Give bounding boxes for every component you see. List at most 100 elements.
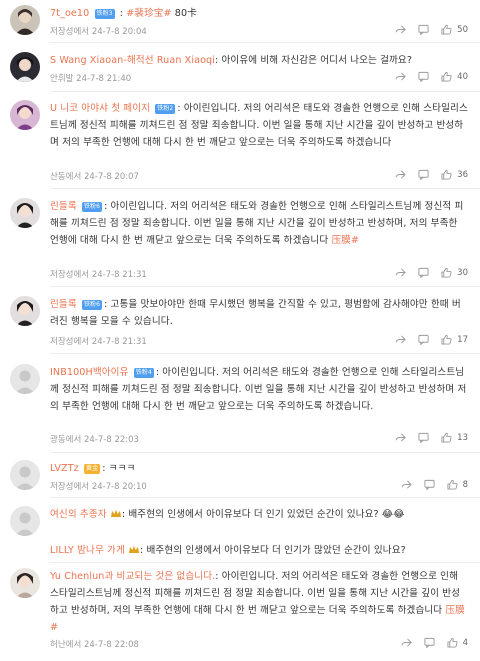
comment-icon[interactable] bbox=[418, 334, 429, 345]
like-icon bbox=[441, 169, 452, 180]
comment-text: ㅋㅋㅋ bbox=[108, 463, 136, 474]
comment-icon[interactable] bbox=[424, 479, 435, 490]
comment-text: 배주현의 인생에서 아이유보다 더 인기 있었던 순간이 있나요? bbox=[128, 509, 379, 520]
like-button[interactable]: 30 bbox=[441, 267, 468, 278]
comment-username[interactable]: 여신의 추종자 bbox=[50, 509, 107, 520]
comment-username[interactable]: U 니코 아야샤 첫 페이지 bbox=[50, 103, 150, 114]
comment-location: 산동에서 bbox=[50, 172, 82, 182]
comment-text: 80卡 bbox=[174, 8, 197, 19]
comment-icon[interactable] bbox=[418, 169, 429, 180]
like-count: 8 bbox=[462, 479, 468, 490]
comment-username[interactable]: INB100H백아이유 bbox=[50, 367, 129, 378]
share-icon[interactable] bbox=[395, 432, 406, 443]
like-button[interactable]: 50 bbox=[441, 24, 468, 35]
fan-badge: 铁粉6 bbox=[81, 300, 103, 310]
like-icon bbox=[441, 24, 452, 35]
like-count: 30 bbox=[457, 267, 468, 278]
like-count: 4 bbox=[462, 637, 468, 648]
comment-icon[interactable] bbox=[418, 24, 429, 35]
comment-icon[interactable] bbox=[418, 432, 429, 443]
like-icon bbox=[441, 432, 452, 443]
comment-meta: 저장성에서 24-7-8 21:31 bbox=[50, 335, 147, 347]
like-icon bbox=[441, 267, 452, 278]
like-button[interactable]: 40 bbox=[441, 71, 468, 82]
comment-meta: 허난에서 24-7-8 22:08 bbox=[50, 638, 139, 650]
like-button[interactable]: 4 bbox=[447, 637, 468, 648]
comment-icon[interactable] bbox=[418, 267, 429, 278]
comment-username[interactable]: S Wang Xiaoan-해적선 Ruan Xiaoqi bbox=[50, 55, 215, 66]
share-icon[interactable] bbox=[395, 24, 406, 35]
share-icon[interactable] bbox=[395, 169, 406, 180]
comment-time: 24-7-8 21:31 bbox=[91, 337, 147, 347]
avatar[interactable] bbox=[10, 568, 40, 598]
share-icon[interactable] bbox=[395, 71, 406, 82]
share-icon[interactable] bbox=[401, 637, 412, 648]
avatar[interactable] bbox=[10, 52, 40, 82]
comment-meta: 광동에서 24-7-8 22:03 bbox=[50, 433, 139, 445]
fan-badge: 铁粉3 bbox=[94, 9, 115, 19]
comment-time: 24-7-8 21:31 bbox=[91, 270, 147, 280]
comment-icon[interactable] bbox=[424, 637, 435, 648]
comment-location: 저장성에서 bbox=[50, 482, 90, 492]
fan-badge: 铁粉2 bbox=[155, 104, 176, 114]
like-icon bbox=[441, 334, 452, 345]
comment-username[interactable]: 린들록 bbox=[50, 299, 77, 310]
comment-time: 24-7-8 20:07 bbox=[83, 172, 139, 182]
divider bbox=[50, 452, 480, 453]
like-count: 36 bbox=[457, 169, 468, 180]
divider bbox=[50, 42, 480, 43]
like-count: 40 bbox=[457, 71, 468, 82]
reply-username[interactable]: LILLY 밤나무 가게 bbox=[50, 545, 125, 556]
comment-meta: 산동에서 24-7-8 20:07 bbox=[50, 170, 139, 182]
comment-meta: 저장성에서 24-7-8 21:31 bbox=[50, 268, 147, 280]
emoji: 😂😂 bbox=[381, 509, 405, 520]
hashtag-link[interactable]: #裴珍宝# bbox=[126, 8, 171, 19]
avatar[interactable] bbox=[10, 5, 40, 35]
comment-username[interactable]: LVZTz bbox=[50, 463, 79, 474]
like-button[interactable]: 8 bbox=[447, 479, 468, 490]
comment-meta: 안휘발 24-7-8 21:40 bbox=[50, 72, 131, 84]
like-icon bbox=[441, 71, 452, 82]
comment-time: 24-7-8 22:03 bbox=[83, 435, 139, 445]
comment-location: 안휘발 bbox=[50, 74, 74, 84]
like-button[interactable]: 17 bbox=[441, 334, 468, 345]
divider bbox=[50, 91, 480, 92]
share-icon[interactable] bbox=[395, 334, 406, 345]
comment-icon[interactable] bbox=[418, 71, 429, 82]
avatar[interactable] bbox=[10, 364, 40, 394]
divider bbox=[50, 497, 480, 498]
comment-username[interactable]: Yu Chenlun과 비교되는 것은 없습니다. bbox=[50, 571, 215, 582]
divider bbox=[50, 353, 480, 354]
avatar[interactable] bbox=[10, 198, 40, 228]
comment-location: 허난에서 bbox=[50, 640, 82, 650]
divider bbox=[50, 562, 480, 563]
comment-meta: 저장성에서 24-7-8 20:04 bbox=[50, 25, 147, 37]
fan-badge: 铁粉6 bbox=[81, 202, 103, 212]
avatar[interactable] bbox=[10, 460, 40, 490]
share-icon[interactable] bbox=[395, 267, 406, 278]
comment-text: 아이린입니다. 저의 어리석은 태도와 경솔한 언행으로 인해 스타일리스트님께… bbox=[50, 201, 464, 246]
hashtag-link[interactable]: 压膜# bbox=[331, 235, 359, 246]
avatar[interactable] bbox=[10, 296, 40, 326]
crown-icon bbox=[129, 543, 140, 553]
comment-time: 24-7-8 20:04 bbox=[91, 27, 147, 37]
comment-username[interactable]: 린들록 bbox=[50, 201, 77, 212]
share-icon[interactable] bbox=[401, 479, 412, 490]
like-icon bbox=[447, 637, 458, 648]
avatar[interactable] bbox=[10, 506, 40, 536]
level-badge: 黄金 bbox=[83, 464, 101, 474]
like-count: 50 bbox=[457, 24, 468, 35]
comment-location: 광동에서 bbox=[50, 435, 82, 445]
avatar[interactable] bbox=[10, 100, 40, 130]
comment-location: 저장성에서 bbox=[50, 27, 90, 37]
comment-meta: 저장성에서 24-7-8 20:10 bbox=[50, 480, 147, 492]
like-button[interactable]: 13 bbox=[441, 432, 468, 443]
divider bbox=[50, 188, 480, 189]
comment-text: 고통을 맛보아야만 한때 무시했던 행복을 간직할 수 있고, 평범함에 감사해… bbox=[50, 299, 461, 327]
comment-username[interactable]: 7t_oe10 bbox=[50, 8, 89, 19]
like-button[interactable]: 36 bbox=[441, 169, 468, 180]
comment-time: 24-7-8 21:40 bbox=[76, 74, 132, 84]
reply-text: 배주현의 인생에서 아이유보다 더 인기가 많았던 순간이 있나요? bbox=[146, 545, 406, 556]
comment-time: 24-7-8 22:08 bbox=[83, 640, 139, 650]
comment-location: 저장성에서 bbox=[50, 337, 90, 347]
